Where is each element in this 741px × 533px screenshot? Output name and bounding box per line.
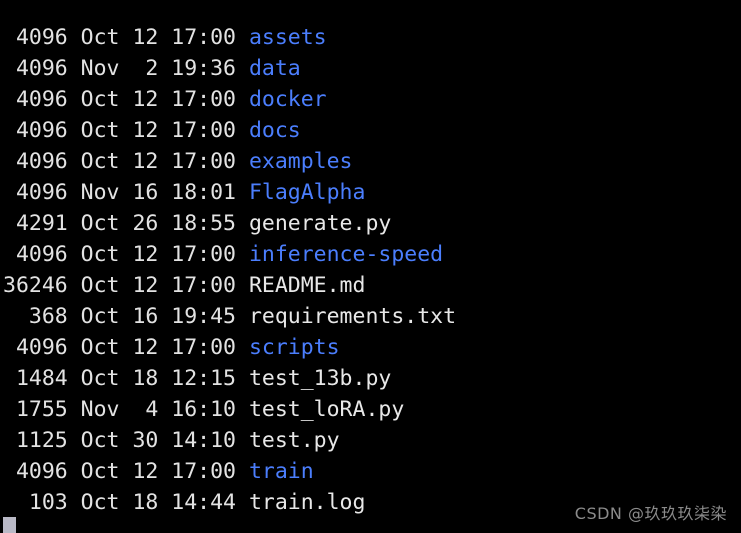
listing-row-meta: 36246 Oct 12 17:00 bbox=[3, 273, 249, 298]
file-name[interactable]: generate.py bbox=[249, 211, 391, 236]
file-name[interactable]: test_13b.py bbox=[249, 366, 391, 391]
file-name[interactable]: test.py bbox=[249, 428, 340, 453]
listing-row: 36246 Oct 12 17:00 README.md bbox=[0, 270, 741, 301]
listing-row: 4096 Oct 12 17:00 assets bbox=[0, 22, 741, 53]
text-cursor bbox=[3, 517, 16, 533]
listing-row: 1125 Oct 30 14:10 test.py bbox=[0, 425, 741, 456]
listing-row-meta: 4096 Oct 12 17:00 bbox=[3, 242, 249, 267]
directory-name[interactable]: FlagAlpha bbox=[249, 180, 366, 205]
listing-row-meta: 4096 Oct 12 17:00 bbox=[3, 25, 249, 50]
directory-listing: 4096 Oct 12 17:00 assets 4096 Nov 2 19:3… bbox=[0, 22, 741, 518]
listing-row: 4096 Nov 16 18:01 FlagAlpha bbox=[0, 177, 741, 208]
directory-name[interactable]: train bbox=[249, 459, 314, 484]
listing-row-meta: 1484 Oct 18 12:15 bbox=[3, 366, 249, 391]
listing-row-meta: 368 Oct 16 19:45 bbox=[3, 304, 249, 329]
directory-name[interactable]: scripts bbox=[249, 335, 340, 360]
listing-row-meta: 4096 Oct 12 17:00 bbox=[3, 118, 249, 143]
listing-row: 4096 Oct 12 17:00 examples bbox=[0, 146, 741, 177]
directory-name[interactable]: examples bbox=[249, 149, 353, 174]
listing-row: 4096 Oct 12 17:00 scripts bbox=[0, 332, 741, 363]
listing-row-meta: 1755 Nov 4 16:10 bbox=[3, 397, 249, 422]
listing-row: 4096 Oct 12 17:00 train bbox=[0, 456, 741, 487]
listing-row: 368 Oct 16 19:45 requirements.txt bbox=[0, 301, 741, 332]
listing-row: 4291 Oct 26 18:55 generate.py bbox=[0, 208, 741, 239]
directory-name[interactable]: docs bbox=[249, 118, 301, 143]
listing-row: 4096 Nov 2 19:36 data bbox=[0, 53, 741, 84]
file-name[interactable]: test_loRA.py bbox=[249, 397, 404, 422]
listing-row-meta: 4096 Oct 12 17:00 bbox=[3, 335, 249, 360]
listing-row-meta: 103 Oct 18 14:44 bbox=[3, 490, 249, 515]
listing-row: 4096 Oct 12 17:00 inference-speed bbox=[0, 239, 741, 270]
listing-row: 1755 Nov 4 16:10 test_loRA.py bbox=[0, 394, 741, 425]
listing-row-meta: 4096 Nov 16 18:01 bbox=[3, 180, 249, 205]
listing-row-meta: 4096 Oct 12 17:00 bbox=[3, 149, 249, 174]
directory-name[interactable]: assets bbox=[249, 25, 327, 50]
terminal-window[interactable]: 4096 Oct 12 17:00 assets 4096 Nov 2 19:3… bbox=[0, 0, 741, 533]
directory-name[interactable]: data bbox=[249, 56, 301, 81]
listing-row: 4096 Oct 12 17:00 docker bbox=[0, 84, 741, 115]
listing-row-meta: 4096 Oct 12 17:00 bbox=[3, 459, 249, 484]
watermark: CSDN @玖玖玖柒染 bbox=[574, 504, 727, 523]
file-name[interactable]: README.md bbox=[249, 273, 366, 298]
listing-row-meta: 1125 Oct 30 14:10 bbox=[3, 428, 249, 453]
file-name[interactable]: requirements.txt bbox=[249, 304, 456, 329]
listing-row: 4096 Oct 12 17:00 docs bbox=[0, 115, 741, 146]
directory-name[interactable]: inference-speed bbox=[249, 242, 443, 267]
directory-name[interactable]: docker bbox=[249, 87, 327, 112]
listing-row-meta: 4096 Nov 2 19:36 bbox=[3, 56, 249, 81]
listing-row-meta: 4291 Oct 26 18:55 bbox=[3, 211, 249, 236]
listing-row: 1484 Oct 18 12:15 test_13b.py bbox=[0, 363, 741, 394]
file-name[interactable]: train.log bbox=[249, 490, 366, 515]
listing-row-meta: 4096 Oct 12 17:00 bbox=[3, 87, 249, 112]
